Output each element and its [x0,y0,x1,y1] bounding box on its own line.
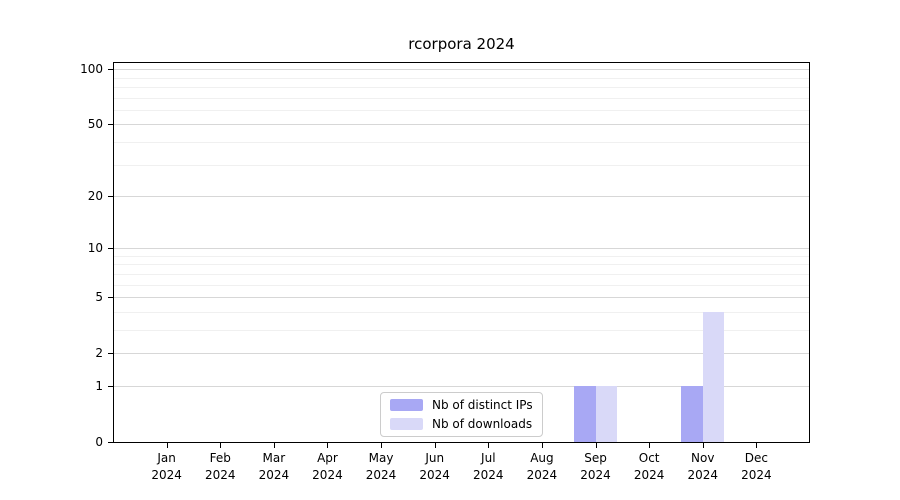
y-tick-mark [108,196,113,197]
gridline-minor [114,285,809,286]
chart-title: rcorpora 2024 [113,35,810,53]
x-tick-mark [274,443,275,448]
y-tick-mark [108,353,113,354]
figure: rcorpora 2024 Nb of distinct IPs Nb of d… [0,0,900,500]
gridline-minor [114,78,809,79]
gridline-minor [114,110,809,111]
legend-label-downloads: Nb of downloads [432,417,532,431]
gridline-minor [114,274,809,275]
y-tick-label: 10 [55,241,103,255]
gridline-minor [114,142,809,143]
y-tick-mark [108,248,113,249]
y-tick-mark [108,297,113,298]
x-label-month: Dec [724,450,788,467]
bar-distinct-ips [574,386,595,442]
gridline-minor [114,87,809,88]
gridline-minor [114,264,809,265]
x-tick-mark [435,443,436,448]
legend-swatch-downloads [390,418,423,430]
y-tick-label: 0 [55,435,103,449]
gridline-major [114,248,809,249]
gridline-major [114,69,809,70]
y-tick-label: 5 [55,290,103,304]
y-tick-label: 2 [55,346,103,360]
bar-downloads [703,312,724,442]
x-label-year: 2024 [724,467,788,484]
y-tick-mark [108,124,113,125]
x-tick-mark [381,443,382,448]
y-tick-mark [108,386,113,387]
x-tick-mark [220,443,221,448]
legend-swatch-distinct-ips [390,399,423,411]
y-tick-label: 100 [55,62,103,76]
bar-downloads [596,386,617,442]
y-tick-mark [108,69,113,70]
gridline-minor [114,256,809,257]
x-tick-mark [649,443,650,448]
x-tick-mark [488,443,489,448]
x-tick-mark [703,443,704,448]
legend-entry-distinct-ips: Nb of distinct IPs [390,398,533,412]
plot-area [113,62,810,443]
gridline-major [114,196,809,197]
y-tick-mark [108,442,113,443]
legend-label-distinct-ips: Nb of distinct IPs [432,398,533,412]
bar-distinct-ips [681,386,702,442]
x-tick-mark [756,443,757,448]
gridline-minor [114,165,809,166]
y-tick-label: 20 [55,189,103,203]
x-tick-mark [542,443,543,448]
x-tick-mark [596,443,597,448]
x-tick-mark [167,443,168,448]
gridline-minor [114,98,809,99]
y-tick-label: 50 [55,117,103,131]
gridline-major [114,124,809,125]
gridline-major [114,297,809,298]
x-tick-label: Dec2024 [724,450,788,484]
legend: Nb of distinct IPs Nb of downloads [380,392,543,437]
x-tick-mark [327,443,328,448]
y-tick-label: 1 [55,379,103,393]
legend-entry-downloads: Nb of downloads [390,417,533,431]
